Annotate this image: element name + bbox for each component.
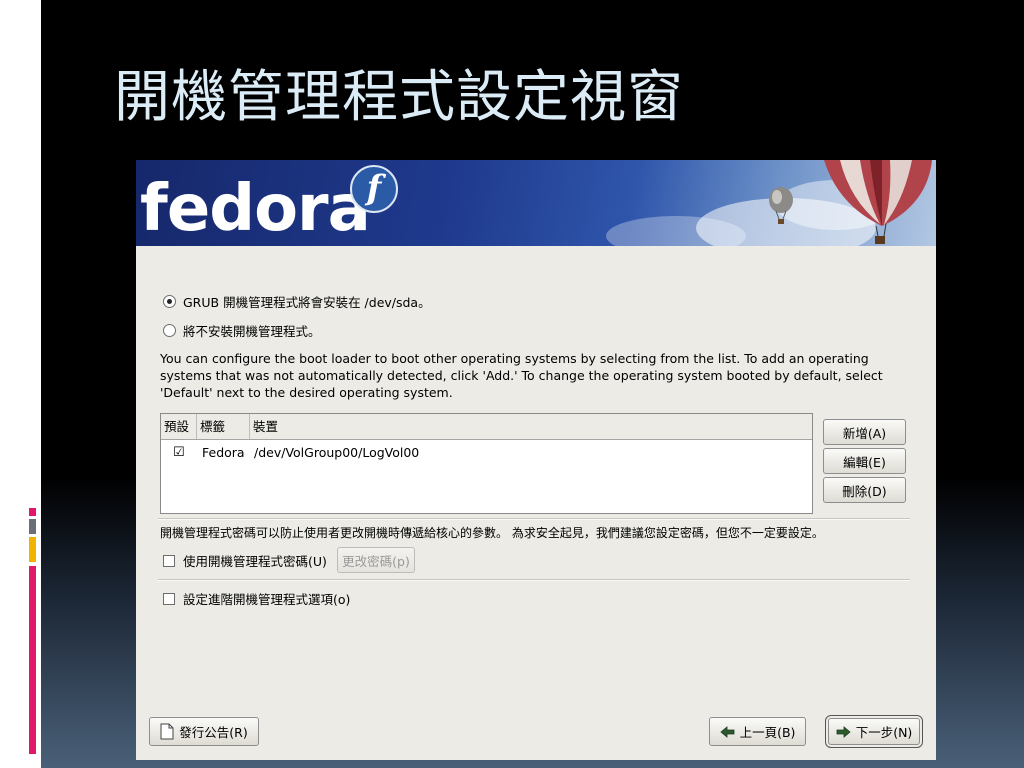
release-notes-button[interactable]: 發行公告(R) — [149, 717, 259, 746]
arrow-left-icon — [719, 725, 734, 738]
use-password-label: 使用開機管理程式密碼(U) — [183, 554, 327, 569]
back-label: 上一頁(B) — [739, 725, 796, 740]
table-row[interactable]: ☑ Fedora /dev/VolGroup00/LogVol00 — [161, 444, 812, 462]
separator — [158, 518, 910, 520]
column-header-default[interactable]: 預設 — [161, 414, 197, 439]
advanced-options-checkbox[interactable]: 設定進階開機管理程式選項(o) — [163, 589, 350, 608]
back-button[interactable]: 上一頁(B) — [709, 717, 806, 746]
password-note-text: 開機管理程式密碼可以防止使用者更改開機時傳遞給核心的參數。 為求安全起見，我們建… — [160, 526, 824, 540]
radio-no-bootloader-indicator[interactable] — [163, 324, 176, 337]
os-device-cell: /dev/VolGroup00/LogVol00 — [254, 445, 420, 460]
column-header-device[interactable]: 裝置 — [250, 414, 812, 439]
release-notes-label: 發行公告(R) — [179, 725, 248, 740]
delete-button[interactable]: 刪除(D) — [823, 477, 906, 503]
installer-window: fedora f GRUB 開機管理程式將會安裝在 /dev/sda。 將不安裝… — [136, 160, 936, 760]
slide-title: 開機管理程式設定視窗 — [114, 65, 684, 130]
password-note: 開機管理程式密碼可以防止使用者更改開機時傳遞給核心的參數。 為求安全起見，我們建… — [160, 524, 824, 541]
radio-no-bootloader[interactable]: 將不安裝開機管理程式。 — [163, 321, 321, 340]
add-button[interactable]: 新增(A) — [823, 419, 906, 445]
radio-install-grub[interactable]: GRUB 開機管理程式將會安裝在 /dev/sda。 — [163, 292, 431, 311]
edit-button[interactable]: 編輯(E) — [823, 448, 906, 474]
radio-install-grub-indicator[interactable] — [163, 295, 176, 308]
fedora-banner: fedora f — [136, 160, 936, 246]
change-password-button[interactable]: 更改密碼(p) — [337, 547, 415, 573]
fedora-logo-icon: f — [350, 165, 398, 213]
column-header-label[interactable]: 標籤 — [197, 414, 250, 439]
next-label: 下一步(N) — [855, 725, 913, 740]
use-password-checkbox-indicator[interactable] — [163, 554, 175, 567]
use-password-checkbox[interactable]: 使用開機管理程式密碼(U) — [163, 551, 327, 570]
fedora-logo-text: fedora — [140, 172, 371, 246]
os-label-cell: Fedora — [202, 445, 245, 460]
advanced-options-checkbox-indicator[interactable] — [163, 592, 175, 605]
os-list[interactable]: 預設 標籤 裝置 ☑ Fedora /dev/VolGroup00/LogVol… — [160, 413, 813, 514]
document-icon — [160, 723, 174, 740]
bootloader-description: You can configure the boot loader to boo… — [160, 351, 883, 400]
os-list-header: 預設 標籤 裝置 — [161, 414, 812, 440]
separator — [158, 579, 910, 581]
large-balloon-icon — [824, 160, 932, 244]
arrow-right-icon — [836, 725, 851, 738]
default-checkbox[interactable]: ☑ — [173, 444, 185, 462]
radio-no-bootloader-label: 將不安裝開機管理程式。 — [183, 324, 321, 339]
advanced-options-label: 設定進階開機管理程式選項(o) — [183, 592, 351, 607]
radio-install-grub-label: GRUB 開機管理程式將會安裝在 /dev/sda。 — [183, 295, 431, 310]
small-balloon-icon — [769, 187, 793, 224]
next-button[interactable]: 下一步(N) — [825, 715, 923, 748]
